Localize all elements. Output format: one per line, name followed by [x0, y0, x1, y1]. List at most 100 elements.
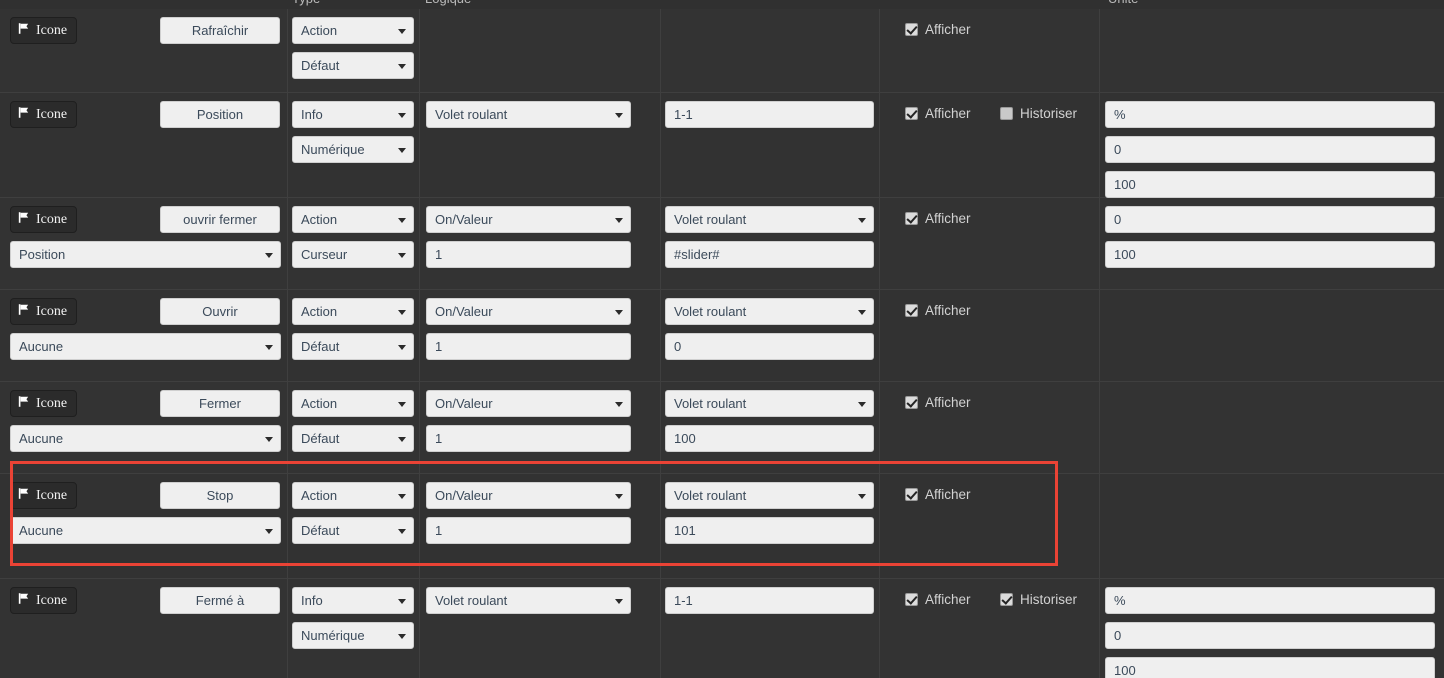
logic-select-row-ferme-a[interactable]: Volet roulant: [426, 587, 631, 614]
chevron-down-icon: [398, 28, 406, 34]
name-field-row-fermer[interactable]: Fermer: [160, 390, 280, 417]
afficher-checkbox-row-ferme-a-box[interactable]: [905, 593, 918, 606]
param-value-row-ouvrir[interactable]: 0: [665, 333, 874, 360]
table-row[interactable]: Icone Ouvrir Aucune Action Défaut On/Valeur 1 V…: [0, 290, 1444, 382]
afficher-checkbox-row-position-label: Afficher: [925, 106, 971, 121]
icone-button[interactable]: Icone: [10, 17, 78, 44]
logic-value-row-stop[interactable]: 1: [426, 517, 631, 544]
param-select-row-ouvrir-fermer[interactable]: Volet roulant: [665, 206, 874, 233]
subtype-select-row-stop[interactable]: Défaut: [292, 517, 414, 544]
afficher-checkbox-row-stop[interactable]: Afficher: [905, 487, 971, 502]
flag-icon: [18, 22, 31, 39]
type-select-row-stop[interactable]: Action: [292, 482, 414, 509]
icone-button[interactable]: Icone: [10, 298, 78, 325]
param-field-row-position[interactable]: 1-1: [665, 101, 874, 128]
param-select-row-fermer-value: Volet roulant: [674, 396, 747, 411]
max-field-row-ouvrir-fermer[interactable]: 100: [1105, 241, 1435, 268]
icone-button[interactable]: Icone: [10, 482, 78, 509]
icone-button[interactable]: Icone: [10, 206, 78, 233]
historiser-checkbox-row-position-box[interactable]: [1000, 107, 1013, 120]
icone-button-label: Icone: [36, 22, 68, 38]
min-field-row-ouvrir-fermer[interactable]: 0: [1105, 206, 1435, 233]
subtype-select-row-ouvrir-fermer[interactable]: Curseur: [292, 241, 414, 268]
max-field-row-position[interactable]: 100: [1105, 171, 1435, 198]
logic-value-row-ouvrir[interactable]: 1: [426, 333, 631, 360]
historiser-checkbox-row-ferme-a[interactable]: Historiser: [1000, 592, 1077, 607]
logic-select-row-stop[interactable]: On/Valeur: [426, 482, 631, 509]
afficher-checkbox-row-rafraichir[interactable]: Afficher: [905, 22, 971, 37]
chevron-down-icon: [615, 217, 623, 223]
logic-select-row-fermer[interactable]: On/Valeur: [426, 390, 631, 417]
sub-select-row-stop[interactable]: Aucune: [10, 517, 281, 544]
logic-value-row-ouvrir-fermer[interactable]: 1: [426, 241, 631, 268]
table-row[interactable]: Icone Fermé à Info Numérique Volet roulant 1-…: [0, 579, 1444, 678]
param-value-row-fermer[interactable]: 100: [665, 425, 874, 452]
afficher-checkbox-row-position-box[interactable]: [905, 107, 918, 120]
logic-value-row-fermer-value: 1: [435, 431, 443, 446]
unit-field-row-position[interactable]: %: [1105, 101, 1435, 128]
sub-select-row-ouvrir-fermer[interactable]: Position: [10, 241, 281, 268]
afficher-checkbox-row-fermer[interactable]: Afficher: [905, 395, 971, 410]
icone-button[interactable]: Icone: [10, 390, 78, 417]
icone-button[interactable]: Icone: [10, 101, 78, 128]
logic-select-row-ouvrir-value: On/Valeur: [435, 304, 493, 319]
type-select-row-ferme-a[interactable]: Info: [292, 587, 414, 614]
flag-icon: [18, 303, 31, 320]
name-field-row-stop[interactable]: Stop: [160, 482, 280, 509]
table-row[interactable]: Icone Fermer Aucune Action Défaut On/Valeur 1 V…: [0, 382, 1444, 474]
afficher-checkbox-row-ouvrir-fermer-box[interactable]: [905, 212, 918, 225]
afficher-checkbox-row-fermer-box[interactable]: [905, 396, 918, 409]
name-field-row-rafraichir[interactable]: Rafraîchir: [160, 17, 280, 44]
name-field-row-ouvrir[interactable]: Ouvrir: [160, 298, 280, 325]
unit-field-row-ferme-a[interactable]: %: [1105, 587, 1435, 614]
historiser-checkbox-row-ferme-a-box[interactable]: [1000, 593, 1013, 606]
afficher-checkbox-row-ouvrir[interactable]: Afficher: [905, 303, 971, 318]
max-field-row-position-value: 100: [1114, 177, 1136, 192]
type-select-row-ouvrir[interactable]: Action: [292, 298, 414, 325]
afficher-checkbox-row-stop-box[interactable]: [905, 488, 918, 501]
logic-value-row-fermer[interactable]: 1: [426, 425, 631, 452]
param-select-row-stop[interactable]: Volet roulant: [665, 482, 874, 509]
subtype-select-row-position[interactable]: Numérique: [292, 136, 414, 163]
afficher-checkbox-row-ouvrir-fermer[interactable]: Afficher: [905, 211, 971, 226]
max-field-row-ferme-a[interactable]: 100: [1105, 657, 1435, 678]
sub-select-row-fermer[interactable]: Aucune: [10, 425, 281, 452]
icone-button[interactable]: Icone: [10, 587, 78, 614]
afficher-checkbox-row-ferme-a[interactable]: Afficher: [905, 592, 971, 607]
subtype-select-row-ouvrir[interactable]: Défaut: [292, 333, 414, 360]
name-field-row-ferme-a[interactable]: Fermé à: [160, 587, 280, 614]
table-row[interactable]: Icone Stop Aucune Action Défaut On/Valeur 1 Vol…: [0, 474, 1444, 579]
max-field-row-ferme-a-value: 100: [1114, 663, 1136, 678]
logic-select-row-position[interactable]: Volet roulant: [426, 101, 631, 128]
name-field-row-position[interactable]: Position: [160, 101, 280, 128]
subtype-select-row-rafraichir[interactable]: Défaut: [292, 52, 414, 79]
logic-select-row-ouvrir[interactable]: On/Valeur: [426, 298, 631, 325]
table-row[interactable]: Icone ouvrir fermer Position Action Curseur O…: [0, 198, 1444, 290]
sub-select-row-ouvrir[interactable]: Aucune: [10, 333, 281, 360]
param-value-row-stop[interactable]: 101: [665, 517, 874, 544]
type-select-row-ouvrir-fermer[interactable]: Action: [292, 206, 414, 233]
afficher-checkbox-row-rafraichir-box[interactable]: [905, 23, 918, 36]
afficher-checkbox-row-position[interactable]: Afficher: [905, 106, 971, 121]
param-select-row-fermer[interactable]: Volet roulant: [665, 390, 874, 417]
logic-select-row-ouvrir-fermer[interactable]: On/Valeur: [426, 206, 631, 233]
type-select-row-fermer[interactable]: Action: [292, 390, 414, 417]
param-field-row-ferme-a[interactable]: 1-1: [665, 587, 874, 614]
param-value-row-ouvrir-fermer[interactable]: #slider#: [665, 241, 874, 268]
unit-field-row-ferme-a-value: %: [1114, 593, 1126, 608]
afficher-checkbox-row-ouvrir-box[interactable]: [905, 304, 918, 317]
type-select-row-rafraichir[interactable]: Action: [292, 17, 414, 44]
min-field-row-ferme-a[interactable]: 0: [1105, 622, 1435, 649]
icone-button-label: Icone: [36, 487, 68, 503]
min-field-row-position[interactable]: 0: [1105, 136, 1435, 163]
subtype-select-row-fermer[interactable]: Défaut: [292, 425, 414, 452]
subtype-select-row-ferme-a[interactable]: Numérique: [292, 622, 414, 649]
table-row[interactable]: Icone Position Info Numérique Volet roulant 1…: [0, 93, 1444, 198]
param-field-row-position-value: 1-1: [674, 107, 693, 122]
historiser-checkbox-row-position[interactable]: Historiser: [1000, 106, 1077, 121]
param-select-row-ouvrir[interactable]: Volet roulant: [665, 298, 874, 325]
type-select-row-position[interactable]: Info: [292, 101, 414, 128]
name-field-row-ouvrir-fermer[interactable]: ouvrir fermer: [160, 206, 280, 233]
table-row[interactable]: Icone Rafraîchir Action Défaut Afficher: [0, 9, 1444, 93]
chevron-down-icon: [398, 401, 406, 407]
